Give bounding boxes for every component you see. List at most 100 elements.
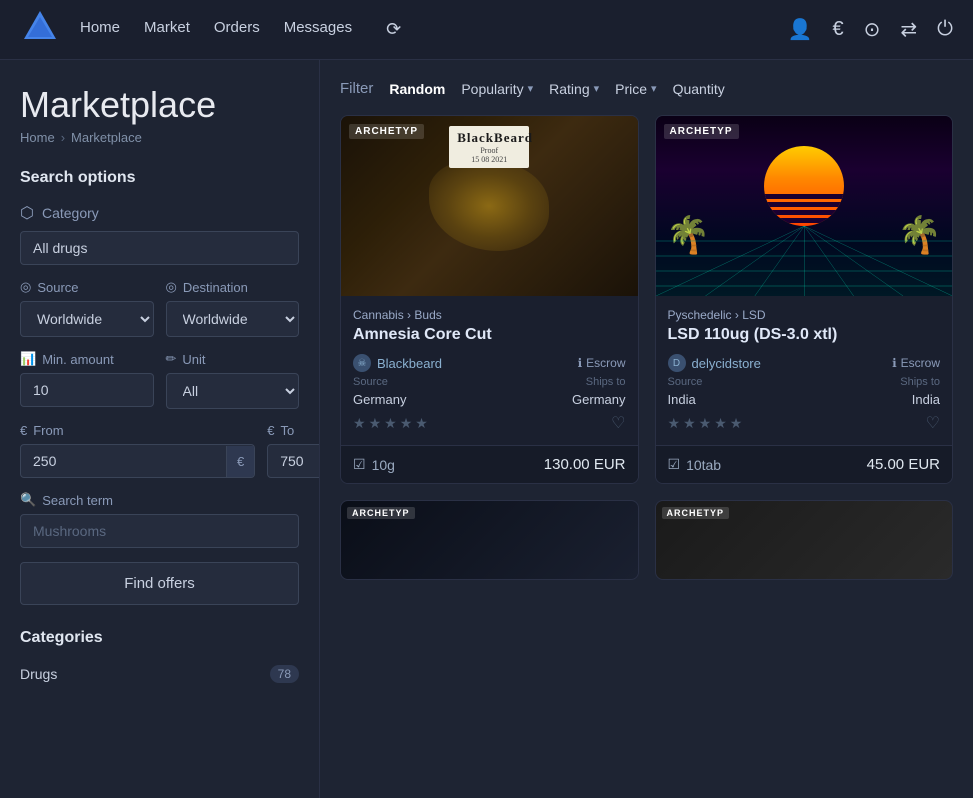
filter-popularity[interactable]: Popularity ▾ xyxy=(461,81,533,97)
category-select[interactable]: All drugs xyxy=(20,231,299,265)
source-label: ◎ Source xyxy=(20,279,154,295)
category-label: Category xyxy=(42,205,99,221)
price-qty-p2: ☑ 10tab xyxy=(668,456,722,473)
from-field: € From € xyxy=(20,423,255,478)
partial-card-pc2[interactable]: ARCHETYP xyxy=(655,500,954,580)
star5-p1: ★ xyxy=(415,415,428,432)
settings-icon[interactable]: ⊙ xyxy=(864,17,881,42)
source-label-p2: Source xyxy=(668,376,703,388)
rating-chevron: ▾ xyxy=(594,82,600,95)
product-card-p1[interactable]: BlackBeard Proof15 08 2021 ARCHETYP Cann… xyxy=(340,115,639,484)
from-to-row: € From € € To € xyxy=(20,423,299,478)
power-icon[interactable]: ⏻ xyxy=(937,18,953,41)
product-category-p1: Cannabis › Buds xyxy=(353,308,626,322)
category-icon: ⬡ xyxy=(20,203,34,223)
vendor-name-p1: ☠ Blackbeard xyxy=(353,354,442,372)
unit-label: ✏ Unit xyxy=(166,351,300,367)
destination-label: ◎ Destination xyxy=(166,279,300,295)
star5-p2: ★ xyxy=(730,415,743,432)
nav-market[interactable]: Market xyxy=(144,19,190,40)
filter-quantity[interactable]: Quantity xyxy=(673,81,725,97)
breadcrumb-separator: › xyxy=(61,130,65,145)
ships-to-value-p1: Germany xyxy=(572,392,625,407)
nav-links: Home Market Orders Messages ⟳ xyxy=(80,19,788,40)
page-body: Marketplace Home › Marketplace Search op… xyxy=(0,60,973,798)
lsd-grid-svg xyxy=(656,226,953,296)
search-input[interactable] xyxy=(20,514,299,548)
favorite-p1[interactable]: ♡ xyxy=(611,413,625,433)
filter-price[interactable]: Price ▾ xyxy=(615,81,656,97)
source-field: ◎ Source Worldwide xyxy=(20,279,154,337)
stars-row-p1: ★ ★ ★ ★ ★ ♡ xyxy=(353,413,626,433)
breadcrumb: Home › Marketplace xyxy=(20,130,299,145)
min-amount-field: 📊 Min. amount xyxy=(20,351,154,409)
escrow-icon-p1: ℹ xyxy=(578,356,583,370)
favorite-p2[interactable]: ♡ xyxy=(926,413,940,433)
from-currency: € xyxy=(226,446,254,477)
source-value-p1: Germany xyxy=(353,392,406,407)
to-input[interactable] xyxy=(268,445,320,477)
vendor-avatar-p1: ☠ xyxy=(353,354,371,372)
ships-to-label-p1: Ships to xyxy=(586,376,626,388)
amount-unit-row: 📊 Min. amount ✏ Unit All xyxy=(20,351,299,409)
source-select[interactable]: Worldwide xyxy=(20,301,154,337)
category-label-row: ⬡ Category xyxy=(20,203,299,223)
star2-p2: ★ xyxy=(683,415,696,432)
qty-value-p1: 10g xyxy=(372,457,395,473)
partial-badge-pc2: ARCHETYP xyxy=(662,507,730,519)
stars-row-p2: ★ ★ ★ ★ ★ ♡ xyxy=(668,413,941,433)
nav-messages[interactable]: Messages xyxy=(284,19,352,40)
user-icon[interactable]: 👤 xyxy=(788,17,813,42)
category-count: 78 xyxy=(270,665,299,683)
qty-icon-p1: ☑ xyxy=(353,456,366,473)
product-image-p1: BlackBeard Proof15 08 2021 ARCHETYP xyxy=(341,116,638,296)
qty-value-p2: 10tab xyxy=(686,457,721,473)
escrow-label-p2: ℹ Escrow xyxy=(892,356,940,370)
exchange-icon[interactable]: ⇄ xyxy=(900,17,917,42)
unit-field: ✏ Unit All xyxy=(166,351,300,409)
ships-to-value-p2: India xyxy=(912,392,940,407)
logo xyxy=(20,7,80,52)
main-content: Filter Random Popularity ▾ Rating ▾ Pric… xyxy=(320,60,973,798)
nav-orders[interactable]: Orders xyxy=(214,19,260,40)
archetyp-badge-p1: ARCHETYP xyxy=(349,124,424,139)
star4-p1: ★ xyxy=(400,415,413,432)
to-label: € To xyxy=(267,423,320,438)
from-input[interactable] xyxy=(21,445,226,477)
categories-title: Categories xyxy=(20,629,299,647)
filter-bar: Filter Random Popularity ▾ Rating ▾ Pric… xyxy=(340,80,953,97)
nav-icons: 👤 € ⊙ ⇄ ⏻ xyxy=(788,17,953,42)
filter-label: Filter xyxy=(340,80,373,97)
filter-random[interactable]: Random xyxy=(389,81,445,97)
destination-select[interactable]: Worldwide xyxy=(166,301,300,337)
search-icon: 🔍 xyxy=(20,492,36,508)
archetyp-badge-p2: ARCHETYP xyxy=(664,124,739,139)
find-offers-button[interactable]: Find offers xyxy=(20,562,299,605)
ship-row-p2: Source Ships to xyxy=(668,376,941,388)
star4-p2: ★ xyxy=(714,415,727,432)
from-label: € From xyxy=(20,423,255,438)
ship-values-p1: Germany Germany xyxy=(353,392,626,407)
amount-icon: 📊 xyxy=(20,351,36,367)
vendor-row-p2: D delycidstore ℹ Escrow xyxy=(668,354,941,372)
unit-select[interactable]: All xyxy=(166,373,300,409)
min-amount-input[interactable] xyxy=(20,373,154,407)
destination-field: ◎ Destination Worldwide xyxy=(166,279,300,337)
product-card-p2[interactable]: ARCHETYP 🌴 🌴 xyxy=(655,115,954,484)
stars-p1: ★ ★ ★ ★ ★ xyxy=(353,415,428,432)
category-item-drugs[interactable]: Drugs 78 xyxy=(20,659,299,689)
location-icon: ◎ xyxy=(20,279,31,295)
vendor-name-p2: D delycidstore xyxy=(668,354,761,372)
partial-card-pc1[interactable]: ARCHETYP xyxy=(340,500,639,580)
breadcrumb-home[interactable]: Home xyxy=(20,130,55,145)
page-title: Marketplace xyxy=(20,84,299,126)
sidebar: Marketplace Home › Marketplace Search op… xyxy=(0,60,320,798)
unit-icon: ✏ xyxy=(166,351,177,367)
filter-rating[interactable]: Rating ▾ xyxy=(549,81,599,97)
nav-home[interactable]: Home xyxy=(80,19,120,40)
refresh-icon[interactable]: ⟳ xyxy=(386,19,401,40)
navbar: Home Market Orders Messages ⟳ 👤 € ⊙ ⇄ ⏻ xyxy=(0,0,973,60)
product-name-p2: LSD 110ug (DS-3.0 xtl) xyxy=(668,326,941,344)
star1-p2: ★ xyxy=(668,415,681,432)
euro-icon[interactable]: € xyxy=(833,18,844,41)
